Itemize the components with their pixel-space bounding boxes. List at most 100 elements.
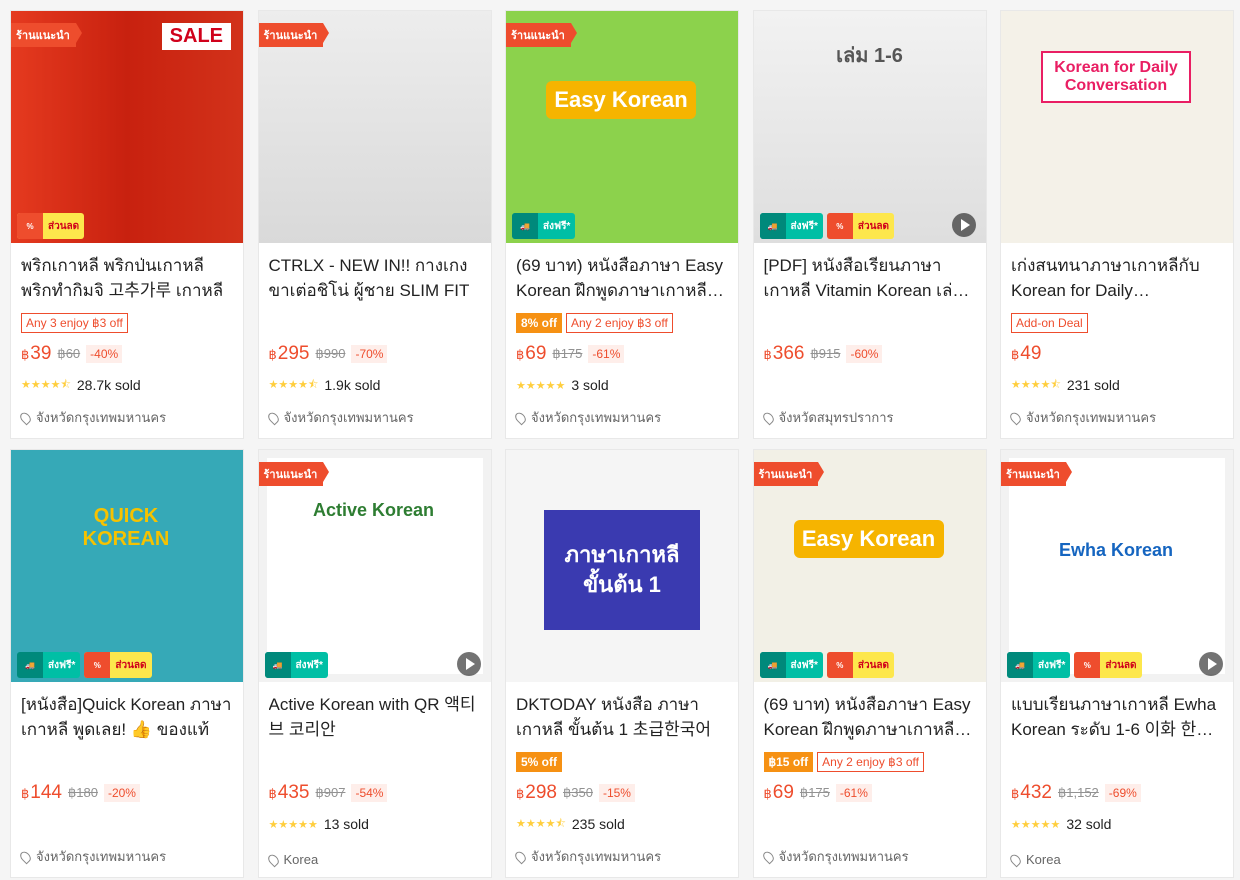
product-image[interactable]: เล่ม 1-6 🚚 ส่งฟรี* % ส่วนลด: [753, 11, 986, 243]
product-image[interactable]: Easy Korean ร้านแนะนำ 🚚 ส่งฟรี*: [506, 11, 738, 243]
product-card-7[interactable]: Active Korean ร้านแนะนำ 🚚 ส่งฟรี* Active …: [257, 449, 492, 878]
original-price: ฿990: [315, 346, 346, 361]
play-video-icon[interactable]: [456, 652, 481, 676]
original-price: ฿175: [799, 785, 830, 800]
image-caption: Active Korean: [312, 500, 435, 520]
original-price: ฿1,152: [1057, 785, 1099, 800]
product-card-9[interactable]: Easy Korean ร้านแนะนำ 🚚 ส่งฟรี* % ส่วนลด (…: [752, 449, 987, 878]
location-pin-icon: [265, 410, 281, 425]
product-title[interactable]: พริกเกาหลี พริกป่นเกาหลี พริกทำกิมจิ 고추가…: [21, 253, 233, 303]
bundle-deal-badge: Add-on Deal: [1011, 313, 1088, 333]
discount-percent: -54%: [351, 784, 388, 802]
product-image[interactable]: Korean for Daily Conversation: [1001, 11, 1233, 243]
location-pin-icon: [513, 410, 528, 425]
percent-icon: %: [826, 213, 853, 239]
currency-symbol: ฿: [1011, 786, 1020, 801]
sold-count: 13 sold: [323, 816, 369, 832]
promo-badges: [269, 311, 481, 335]
product-photo: [1001, 11, 1233, 243]
product-title[interactable]: (69 บาท) หนังสือภาษา Easy Korean ฝึกพูดภ…: [764, 692, 976, 742]
product-title[interactable]: แบบเรียนภาษาเกาหลี Ewha Korean ระดับ 1-6…: [1011, 692, 1223, 742]
product-card-2[interactable]: ร้านแนะนำ CTRLX - NEW IN!! กางเกงขาเต่อช…: [257, 10, 492, 439]
product-card-1[interactable]: SALE ร้านแนะนำ % ส่วนลด พริกเกาหลี พริกป่…: [10, 10, 244, 439]
product-image[interactable]: QUICK KOREAN 🚚 ส่งฟรี* % ส่วนลด: [11, 450, 243, 682]
current-price: ฿432: [1011, 782, 1052, 803]
product-image[interactable]: Ewha Korean ร้านแนะนำ 🚚 ส่งฟรี* % ส่วนลด: [1001, 450, 1233, 682]
product-title[interactable]: DKTODAY หนังสือ ภาษาเกาหลี ขั้นต้น 1 초급한…: [516, 692, 728, 742]
rating-row: ★★★★★ 13 sold: [269, 814, 481, 834]
recommended-badge: ร้านแนะนำ: [258, 23, 330, 47]
product-card-8[interactable]: ภาษาเกาหลี ขั้นต้น 1 DKTODAY หนังสือ ภาษ…: [505, 449, 739, 878]
rating-stars: ★★★★★: [1011, 818, 1061, 831]
image-caption: Korean for Daily Conversation: [1041, 51, 1191, 103]
promo-badges: [269, 750, 481, 774]
product-title[interactable]: Active Korean with QR 액티브 코리안: [269, 692, 481, 742]
rating-row: ★★★★★ 32 sold: [1011, 814, 1223, 834]
product-image[interactable]: ร้านแนะนำ: [258, 11, 491, 243]
sold-count: 1.9k sold: [324, 377, 381, 393]
promo-strip: % ส่วนลด: [17, 213, 85, 239]
current-price: ฿366: [763, 343, 805, 364]
bundle-deal-badge: Any 3 enjoy ฿3 off: [21, 313, 128, 333]
product-image[interactable]: SALE ร้านแนะนำ % ส่วนลด: [11, 11, 243, 243]
product-card-3[interactable]: Easy Korean ร้านแนะนำ 🚚 ส่งฟรี* (69 บาท) …: [505, 10, 739, 439]
original-price: ฿175: [552, 346, 583, 361]
product-card-10[interactable]: Ewha Korean ร้านแนะนำ 🚚 ส่งฟรี* % ส่วนลด แ…: [1000, 449, 1234, 878]
promo-strip: 🚚 ส่งฟรี* % ส่วนลด: [1007, 652, 1142, 678]
recommended-badge: ร้านแนะนำ: [258, 462, 330, 486]
original-price: ฿907: [315, 785, 346, 800]
location-pin-icon: [1008, 410, 1023, 425]
product-image[interactable]: Easy Korean ร้านแนะนำ 🚚 ส่งฟรี* % ส่วนลด: [753, 450, 986, 682]
original-price: ฿60: [57, 346, 81, 361]
promo-badges: 8% off Any 2 enjoy ฿3 off: [516, 311, 728, 335]
currency-symbol: ฿: [763, 786, 772, 801]
truck-icon: 🚚: [264, 652, 291, 678]
promo-badges: [21, 750, 233, 774]
product-title[interactable]: CTRLX - NEW IN!! กางเกงขาเต่อชิโน่ ผู้ชา…: [269, 253, 481, 303]
location-pin-icon: [513, 849, 528, 864]
promo-strip: 🚚 ส่งฟรี* % ส่วนลด: [759, 213, 895, 239]
image-caption: SALE: [161, 23, 231, 50]
price-row: ฿69 ฿175 -61%: [516, 341, 728, 367]
promo-strip: 🚚 ส่งฟรี*: [264, 652, 328, 678]
discount-tag: % ส่วนลด: [1074, 652, 1142, 678]
percent-icon: %: [84, 652, 111, 678]
recommended-badge: ร้านแนะนำ: [753, 462, 825, 486]
product-card-6[interactable]: QUICK KOREAN 🚚 ส่งฟรี* % ส่วนลด [หนังสือ]Q…: [10, 449, 244, 878]
original-price: ฿350: [562, 785, 593, 800]
truck-icon: 🚚: [512, 213, 538, 239]
recommended-badge: ร้านแนะนำ: [506, 23, 577, 47]
rating-stars: ★★★★⯪: [1011, 378, 1061, 391]
product-title[interactable]: [PDF] หนังสือเรียนภาษาเกาหลี Vitamin Kor…: [764, 253, 976, 303]
location: จังหวัดกรุงเทพมหานคร: [513, 407, 661, 428]
currency-symbol: ฿: [516, 786, 525, 801]
location: จังหวัดกรุงเทพมหานคร: [513, 846, 661, 867]
product-card-4[interactable]: เล่ม 1-6 🚚 ส่งฟรี* % ส่วนลด [PDF] หนังสือเ…: [752, 10, 987, 439]
rating-stars: ★★★★⯪: [516, 817, 566, 830]
product-title[interactable]: เก่งสนทนาภาษาเกาหลีกับ Korean for Daily …: [1011, 253, 1223, 303]
percent-icon: %: [826, 652, 853, 678]
price-row: ฿295 ฿990 -70%: [269, 341, 481, 367]
product-image[interactable]: ภาษาเกาหลี ขั้นต้น 1: [506, 450, 738, 682]
recommended-badge: ร้านแนะนำ: [11, 23, 82, 47]
play-video-icon[interactable]: [951, 213, 976, 237]
product-title[interactable]: [หนังสือ]Quick Korean ภาษาเกาหลี พูดเลย!…: [21, 692, 233, 742]
location: จังหวัดกรุงเทพมหานคร: [760, 846, 909, 867]
image-caption: เล่ม 1-6: [836, 45, 903, 67]
product-title[interactable]: (69 บาท) หนังสือภาษา Easy Korean ฝึกพูดภ…: [516, 253, 728, 303]
play-video-icon[interactable]: [1199, 652, 1223, 676]
promo-badges: Any 3 enjoy ฿3 off: [21, 311, 233, 335]
rating-row: [764, 375, 976, 395]
product-image[interactable]: Active Korean ร้านแนะนำ 🚚 ส่งฟรี*: [258, 450, 491, 682]
image-caption: Easy Korean: [546, 81, 696, 119]
free-shipping-tag: 🚚 ส่งฟรี*: [17, 652, 81, 678]
product-card-5[interactable]: Korean for Daily Conversation เก่งสนทนาภ…: [1000, 10, 1234, 439]
image-caption: Easy Korean: [793, 520, 944, 558]
current-price: ฿298: [516, 782, 557, 803]
currency-symbol: ฿: [763, 347, 772, 362]
discount-tag: % ส่วนลด: [826, 652, 895, 678]
promo-badges: ฿15 off Any 2 enjoy ฿3 off: [763, 750, 976, 774]
image-caption: ภาษาเกาหลี ขั้นต้น 1: [544, 510, 700, 630]
image-caption: QUICK KOREAN: [82, 505, 170, 550]
discount-tag: % ส่วนลด: [826, 213, 895, 239]
